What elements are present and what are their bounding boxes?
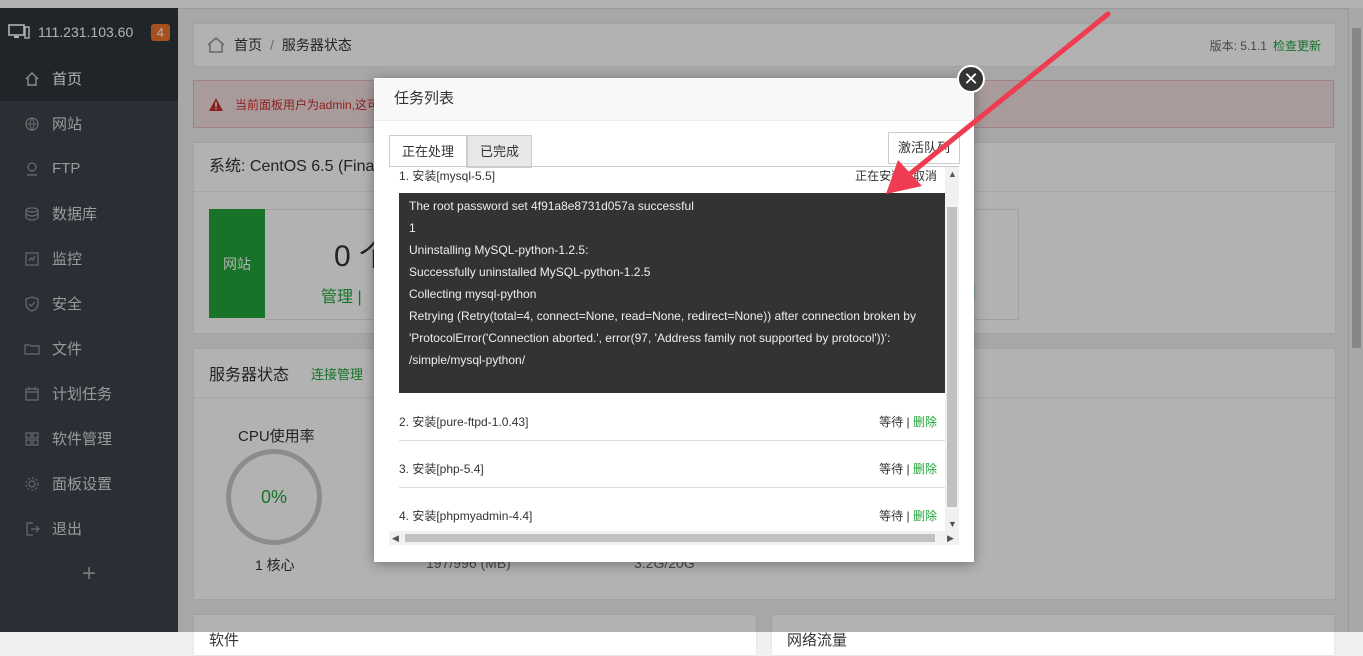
annotation-arrow-icon bbox=[886, 11, 1111, 194]
traffic-title: 网络流量 bbox=[787, 632, 848, 649]
software-title: 软件 bbox=[209, 632, 240, 649]
